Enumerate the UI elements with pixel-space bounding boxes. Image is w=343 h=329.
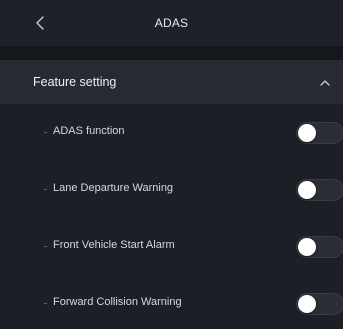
toggle-knob: [298, 181, 316, 199]
adas-function-toggle[interactable]: [296, 122, 343, 144]
adas-screen: ADAS Feature setting ADAS function Lane …: [0, 0, 343, 329]
setting-label: ADAS function: [53, 125, 125, 137]
page-title: ADAS: [154, 16, 189, 30]
row-bullet: [44, 303, 47, 304]
forward-collision-warning-toggle[interactable]: [296, 293, 343, 315]
header-divider: [0, 46, 343, 60]
section-title: Feature setting: [33, 75, 117, 89]
setting-row-adas-function: ADAS function: [0, 104, 343, 161]
toggle-knob: [298, 238, 316, 256]
chevron-up-icon: [320, 79, 330, 86]
settings-list: ADAS function Lane Departure Warning Fro…: [0, 104, 343, 329]
setting-label: Front Vehicle Start Alarm: [53, 239, 175, 251]
top-bar: ADAS: [0, 0, 343, 46]
setting-label: Lane Departure Warning: [53, 182, 174, 194]
setting-row-front-vehicle-start-alarm: Front Vehicle Start Alarm: [0, 218, 343, 275]
row-bullet: [44, 246, 47, 247]
setting-row-lane-departure-warning: Lane Departure Warning: [0, 161, 343, 218]
back-button[interactable]: [30, 12, 50, 34]
setting-row-forward-collision-warning: Forward Collision Warning: [0, 275, 343, 329]
feature-setting-section-header[interactable]: Feature setting: [0, 60, 343, 104]
row-bullet: [44, 132, 47, 133]
collapse-button[interactable]: [319, 77, 331, 87]
toggle-knob: [298, 295, 316, 313]
chevron-left-icon: [36, 16, 44, 30]
setting-label: Forward Collision Warning: [53, 296, 182, 308]
row-bullet: [44, 189, 47, 190]
front-vehicle-start-alarm-toggle[interactable]: [296, 236, 343, 258]
lane-departure-warning-toggle[interactable]: [296, 179, 343, 201]
toggle-knob: [298, 124, 316, 142]
